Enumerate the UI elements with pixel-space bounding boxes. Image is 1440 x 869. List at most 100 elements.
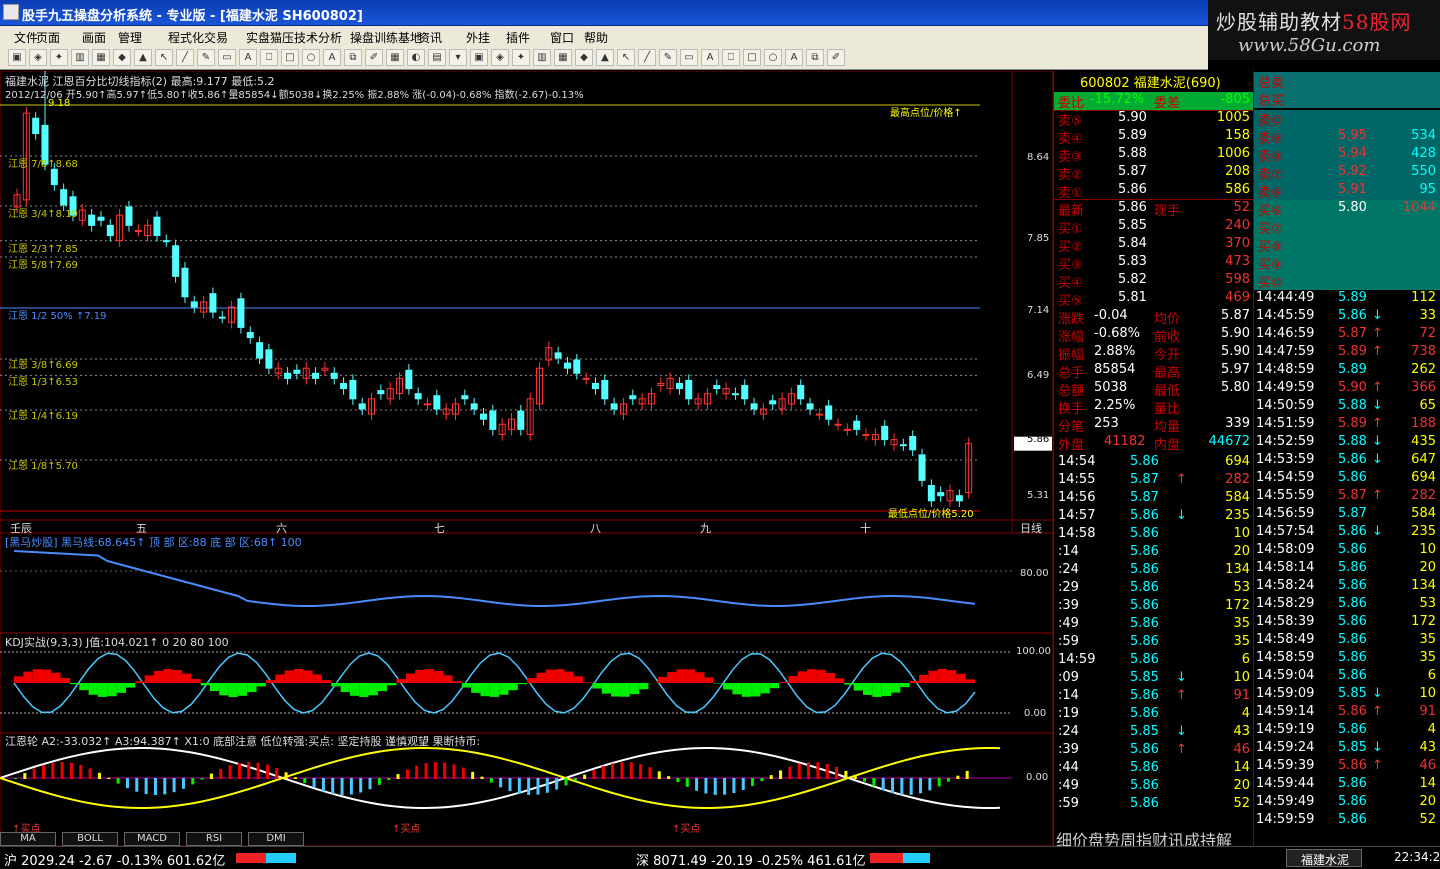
toolbar-copy-icon[interactable]: ⧉	[344, 49, 362, 66]
buy-level-3-cell: 5.83	[1118, 254, 1147, 269]
menu-item-11[interactable]: 窗口	[550, 29, 574, 46]
toolbar-rect-icon[interactable]: □	[281, 49, 299, 66]
candle-body	[415, 394, 421, 399]
kdj-band	[154, 671, 163, 683]
menu-item-4[interactable]: 程式化交易	[168, 29, 228, 46]
menu-item-3[interactable]: 管理	[118, 29, 142, 46]
kdj-band	[742, 683, 751, 697]
menu-item-0[interactable]: 文件	[14, 29, 38, 46]
tab-rsi[interactable]: RSI	[186, 832, 242, 846]
kdj-band	[844, 683, 853, 685]
toolbar-text-icon[interactable]: A	[701, 49, 719, 66]
toolbar-grid-icon[interactable]: ▦	[386, 49, 404, 66]
toolbar-pen-icon[interactable]: ✎	[659, 49, 677, 66]
sz-index[interactable]: 深 8071.49 -20.19 -0.25% 461.61亿	[636, 850, 866, 869]
toolbar-zoom-icon[interactable]: ▦	[92, 49, 110, 66]
depth-tick-row-cell: 14:58:24	[1256, 578, 1314, 593]
menu-item-1[interactable]: 页面	[36, 29, 60, 46]
depth-level-cell: 卖⑦	[1258, 164, 1283, 183]
toolbar-circle-icon[interactable]: ○	[764, 49, 782, 66]
ganlun-bar	[154, 778, 157, 795]
toolbar-font-icon[interactable]: A	[323, 49, 341, 66]
toolbar-cursor-icon[interactable]: ↖	[617, 49, 635, 66]
toolbar-font-icon[interactable]: A	[785, 49, 803, 66]
toolbar-zoom-icon[interactable]: ▦	[554, 49, 572, 66]
candle-body	[928, 485, 934, 500]
toolbar-arrow-icon[interactable]: ▾	[449, 49, 467, 66]
toolbar-filter-icon[interactable]: ▥	[533, 49, 551, 66]
depth-tick-row-cell: 5.86	[1338, 596, 1367, 611]
kdj-band	[872, 683, 881, 697]
kdj-band	[481, 683, 490, 696]
toolbar-frame-icon[interactable]: ⎕	[260, 49, 278, 66]
ganlun-bar	[882, 778, 885, 790]
toolbar-save-icon[interactable]: ◈	[491, 49, 509, 66]
toolbar-line-icon[interactable]: ╱	[176, 49, 194, 66]
chart-area[interactable]	[0, 71, 1053, 846]
kdj-band	[919, 675, 928, 683]
toolbar-filter-icon[interactable]: ▥	[71, 49, 89, 66]
toolbar-draw-icon[interactable]: ▭	[680, 49, 698, 66]
kdj-band	[247, 683, 256, 692]
tab-dmi[interactable]: DMI	[248, 832, 304, 846]
kdj-band	[163, 669, 172, 683]
kdj-band	[23, 672, 32, 683]
toolbar-palette-icon[interactable]: ◐	[407, 49, 425, 66]
toolbar-star-icon[interactable]: ✦	[512, 49, 530, 66]
toolbar-open-icon[interactable]: ▣	[8, 49, 26, 66]
toolbar-chart-icon[interactable]: ◆	[113, 49, 131, 66]
candle-body	[462, 396, 468, 399]
menu-item-2[interactable]: 画面	[82, 29, 106, 46]
toolbar-floppy-icon[interactable]: ▤	[428, 49, 446, 66]
depth-tick-row-cell: 262	[1394, 362, 1436, 377]
menu-item-5[interactable]: 实盘猫压	[246, 29, 294, 46]
kdj-band	[807, 669, 816, 683]
toolbar-text-icon[interactable]: A	[239, 49, 257, 66]
tab-ma[interactable]: MA	[0, 832, 56, 846]
kdj-band	[378, 683, 387, 691]
toolbar-rect-icon[interactable]: □	[743, 49, 761, 66]
depth-tick-row-cell: 14	[1394, 776, 1436, 791]
menu-item-9[interactable]: 外挂	[466, 29, 490, 46]
depth-tick-row-cell: ↓	[1372, 398, 1383, 413]
toolbar-mark-icon[interactable]: ▲	[596, 49, 614, 66]
toolbar-mark-icon[interactable]: ▲	[134, 49, 152, 66]
toolbar-frame-icon[interactable]: ⎕	[722, 49, 740, 66]
menu-item-6[interactable]: 技术分析	[294, 29, 342, 46]
toolbar-chart-icon[interactable]: ◆	[575, 49, 593, 66]
menu-item-7[interactable]: 操盘训练基地	[350, 29, 422, 46]
depth-tick-row: 14:58:145.8620	[1254, 560, 1440, 578]
stat-row-6-cell: 339	[1204, 416, 1250, 431]
tab-macd[interactable]: MACD	[124, 832, 180, 846]
toolbar-line-icon[interactable]: ╱	[638, 49, 656, 66]
depth-tick-row-cell: 53	[1394, 596, 1436, 611]
ganlun-bar	[658, 771, 661, 779]
toolbar-brush-icon[interactable]: ✐	[827, 49, 845, 66]
candle-body	[135, 230, 141, 231]
tab-boll[interactable]: BOLL	[62, 832, 118, 846]
toolbar-save-icon[interactable]: ◈	[29, 49, 47, 66]
toolbar-cursor-icon[interactable]: ↖	[155, 49, 173, 66]
toolbar-brush-icon[interactable]: ✐	[365, 49, 383, 66]
candle-body	[798, 386, 804, 399]
candle-body	[425, 404, 431, 405]
taskbar-stock[interactable]: 福建水泥	[1286, 849, 1362, 867]
candle-body	[341, 383, 347, 388]
sh-index[interactable]: 沪 2029.24 -2.67 -0.13% 601.62亿	[4, 850, 225, 869]
menu-item-12[interactable]: 帮助	[584, 29, 608, 46]
indicator-tabs: MA BOLL MACD RSI DMI	[0, 832, 380, 846]
depth-tick-row-cell: 14:58:09	[1256, 542, 1314, 557]
toolbar-draw-icon[interactable]: ▭	[218, 49, 236, 66]
toolbar-open-icon[interactable]: ▣	[470, 49, 488, 66]
menu-item-8[interactable]: 资讯	[418, 29, 442, 46]
toolbar-star-icon[interactable]: ✦	[50, 49, 68, 66]
kdj-band	[266, 680, 275, 683]
stat-row-4-cell: 5.80	[1204, 380, 1250, 395]
depth-tick-row-cell: 5.89	[1338, 416, 1367, 431]
kline-chart[interactable]	[0, 71, 1053, 846]
toolbar-circle-icon[interactable]: ○	[302, 49, 320, 66]
toolbar-pen-icon[interactable]: ✎	[197, 49, 215, 66]
menu-item-10[interactable]: 插件	[506, 29, 530, 46]
toolbar-copy-icon[interactable]: ⧉	[806, 49, 824, 66]
tick-row: :095.85↓10	[1054, 670, 1254, 688]
